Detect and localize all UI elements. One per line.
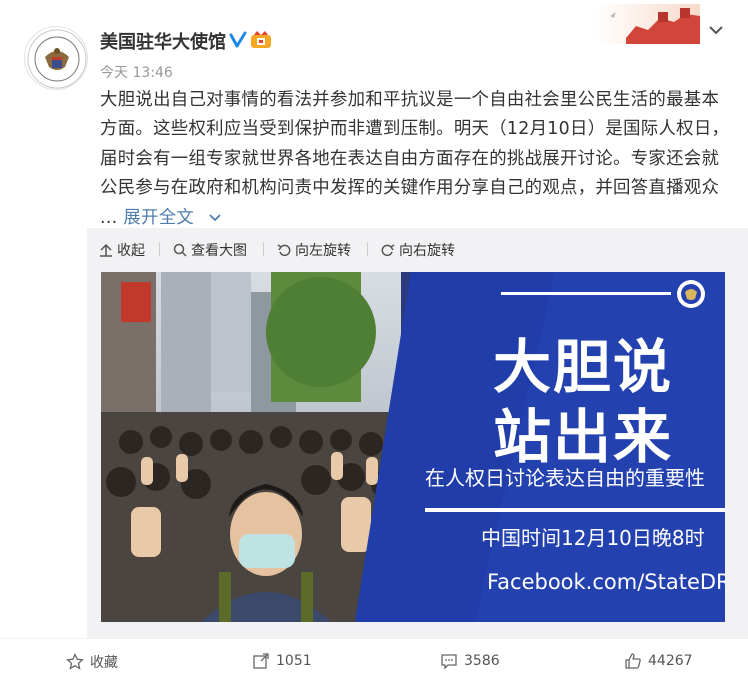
weibo-post-card: 美国驻华大使馆 今天 13:46 大胆说出自己对事情的看法并参加和平抗议是一个自… bbox=[0, 0, 748, 681]
text-ellipsis: ... bbox=[100, 207, 118, 228]
post-image[interactable]: 大胆说 站出来 在人权日讨论表达自由的重要性 中国时间12月10日晚8时 Fac… bbox=[101, 272, 725, 622]
avatar[interactable] bbox=[24, 26, 88, 90]
media-toolbar: 收起 查看大图 向左旋转 向右旋转 bbox=[87, 228, 748, 268]
search-icon bbox=[173, 243, 187, 257]
chevron-down-icon bbox=[209, 213, 221, 221]
expand-full-text-link[interactable]: 展开全文 bbox=[123, 208, 222, 228]
rotate-right-label: 向右旋转 bbox=[399, 243, 455, 259]
view-large-button[interactable]: 查看大图 bbox=[173, 240, 247, 260]
post-timestamp[interactable]: 今天 13:46 bbox=[100, 62, 173, 82]
like-count: 44267 bbox=[648, 653, 693, 669]
thumbs-up-icon bbox=[625, 653, 641, 669]
post-header: 美国驻华大使馆 今天 13:46 bbox=[0, 0, 748, 90]
star-icon bbox=[66, 653, 84, 670]
rotate-right-icon bbox=[381, 244, 395, 257]
rotate-left-label: 向左旋转 bbox=[295, 243, 351, 259]
rotate-left-icon bbox=[277, 244, 291, 257]
poster-subtitle: 在人权日讨论表达自由的重要性 bbox=[425, 466, 705, 490]
collapse-label: 收起 bbox=[117, 243, 145, 259]
expand-label: 展开全文 bbox=[123, 207, 195, 228]
collapse-button[interactable]: 收起 bbox=[99, 240, 145, 260]
like-button[interactable]: 44267 bbox=[624, 652, 693, 670]
vip-badge-icon[interactable] bbox=[250, 31, 272, 49]
toolbar-divider bbox=[159, 242, 160, 256]
repost-count: 1051 bbox=[276, 653, 312, 669]
favorite-label: 收藏 bbox=[90, 655, 118, 671]
post-text: 大胆说出自己对事情的看法并参加和平抗议是一个自由社会里公民生活的最基本 方面。这… bbox=[100, 86, 730, 233]
verified-badge-icon bbox=[229, 31, 247, 48]
toolbar-divider bbox=[263, 242, 264, 256]
poster-url: Facebook.com/StateDRL bbox=[487, 570, 725, 594]
arrow-up-icon bbox=[100, 243, 112, 257]
post-text-line: 届时会有一组专家就世界各地在表达自由方面存在的挑战展开讨论。专家还会就 bbox=[100, 148, 720, 169]
favorite-button[interactable]: 收藏 bbox=[66, 652, 118, 672]
comment-icon bbox=[441, 654, 457, 670]
rotate-left-button[interactable]: 向左旋转 bbox=[277, 240, 351, 260]
comment-count: 3586 bbox=[464, 653, 500, 669]
post-actions-bar: 收藏 1051 3586 44267 bbox=[0, 638, 748, 682]
repost-button[interactable]: 1051 bbox=[252, 652, 312, 670]
account-name[interactable]: 美国驻华大使馆 bbox=[100, 28, 226, 54]
great-wall-banner-icon bbox=[596, 4, 700, 44]
comment-button[interactable]: 3586 bbox=[440, 652, 500, 670]
media-viewer: 收起 查看大图 向左旋转 向右旋转 大胆说 站出来 在人权日讨论表达自由的重要性… bbox=[87, 228, 748, 638]
repost-icon bbox=[253, 653, 269, 669]
toolbar-divider bbox=[367, 242, 368, 256]
post-text-line: 公民参与在政府和机构问责中发挥的关键作用分享自己的观点，并回答直播观众 bbox=[100, 178, 720, 199]
more-options-chevron-icon[interactable] bbox=[706, 20, 726, 40]
post-text-line: 方面。这些权利应当受到保护而非遭到压制。明天（12月10日）是国际人权日， bbox=[100, 119, 730, 140]
post-text-line: 大胆说出自己对事情的看法并参加和平抗议是一个自由社会里公民生活的最基本 bbox=[100, 90, 720, 110]
rotate-right-button[interactable]: 向右旋转 bbox=[381, 240, 455, 260]
poster-time: 中国时间12月10日晚8时 bbox=[481, 526, 705, 550]
view-large-label: 查看大图 bbox=[191, 243, 247, 259]
